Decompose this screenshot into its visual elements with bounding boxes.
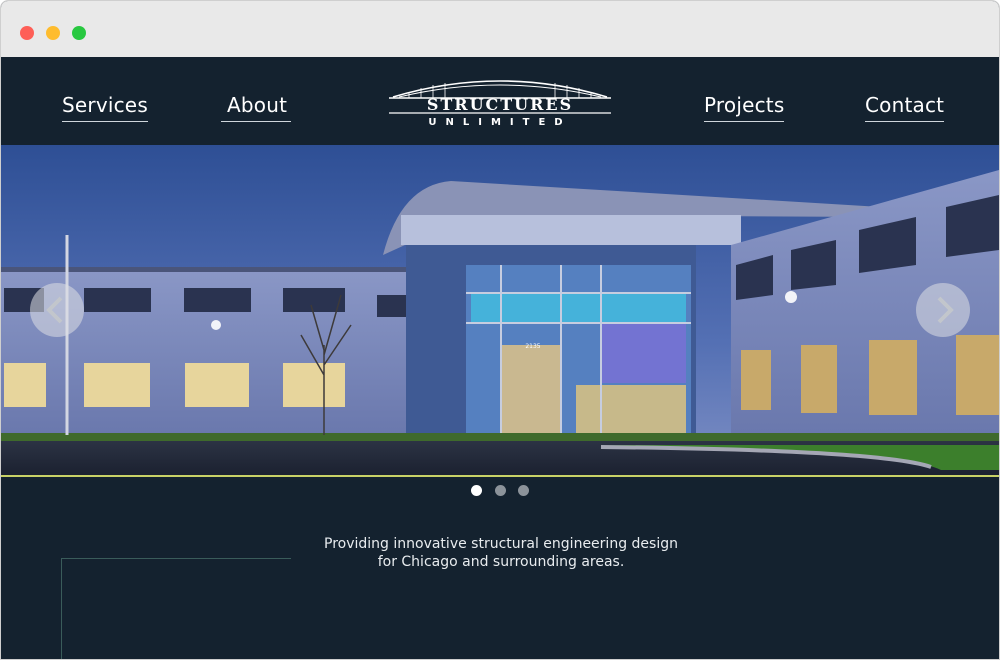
browser-titlebar [1,1,999,57]
slider-pagination [471,485,531,497]
decorative-line-horizontal [61,558,291,559]
tagline-line2: for Chicago and surrounding areas. [377,554,625,570]
nav-link-about[interactable]: About [221,93,292,122]
building-number: 2135 [525,343,540,350]
minimize-window-button[interactable] [46,26,60,40]
decorative-line-vertical [61,558,62,659]
logo-line1: STRUCTURES [427,95,573,114]
maximize-window-button[interactable] [72,26,86,40]
nav-link-projects[interactable]: Projects [704,93,785,122]
nav-link-services[interactable]: Services [62,93,148,122]
hero-slider-image: 2135 [1,145,999,475]
next-slide-button[interactable] [916,283,970,337]
browser-window: Services About Projects Contact STRUCTUR… [0,0,1000,660]
building-photo: 2135 [1,145,999,475]
previous-slide-button[interactable] [30,283,84,337]
close-window-button[interactable] [20,26,34,40]
slide-dot-2[interactable] [495,485,506,496]
logo-line2: UNLIMITED [428,117,571,127]
slide-dot-3[interactable] [518,485,529,496]
nav-link-contact[interactable]: Contact [865,93,945,122]
slide-dot-1[interactable] [471,485,482,496]
tagline-line1: Providing innovative structural engineer… [324,536,678,552]
chevron-right-icon [937,296,954,324]
chevron-left-icon [46,296,63,324]
company-tagline: Providing innovative structural engineer… [301,535,701,571]
hero-accent-line [1,475,999,477]
structures-unlimited-logo[interactable]: STRUCTURES UNLIMITED [389,77,611,127]
